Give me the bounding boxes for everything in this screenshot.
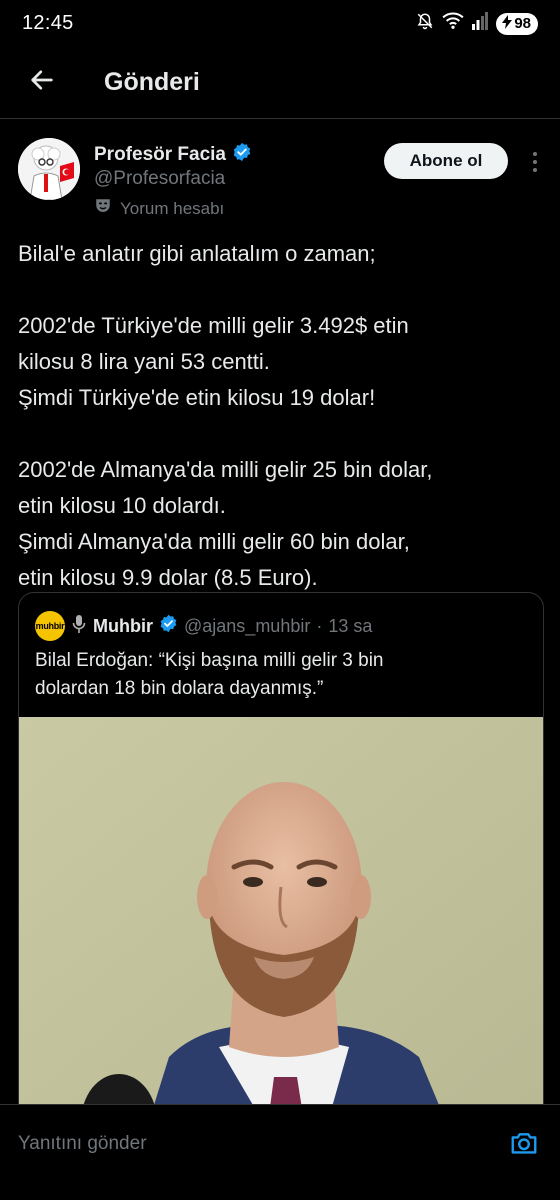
tweet-line: Şimdi Almanya'da milli gelir 60 bin dola… (18, 529, 410, 554)
author-avatar[interactable] (18, 138, 80, 200)
quote-time: 13 sa (328, 615, 373, 636)
verified-badge-icon (159, 614, 178, 638)
battery-level: 98 (514, 15, 531, 32)
tweet-line: kilosu 8 lira yani 53 centti. (18, 349, 270, 374)
battery-indicator: 98 (496, 12, 538, 35)
camera-icon (509, 1128, 539, 1163)
account-label: Yorum hesabı (120, 198, 225, 218)
microphone-icon (71, 614, 87, 639)
signal-icon (472, 12, 489, 35)
tweet-line: 2002'de Almanya'da milli gelir 25 bin do… (18, 457, 433, 482)
header-divider (0, 118, 560, 119)
quote-photo[interactable] (19, 717, 543, 1151)
quote-text-line: Bilal Erdoğan: “Kişi başına milli gelir … (35, 650, 384, 671)
tweet-line: etin kilosu 9.9 dolar (8.5 Euro). (18, 565, 318, 590)
more-vertical-icon[interactable] (522, 148, 548, 176)
tweet-line: Bilal'e anlatır gibi anlatalım o zaman; (18, 241, 376, 266)
quote-text: Bilal Erdoğan: “Kişi başına milli gelir … (35, 647, 531, 703)
tweet-line: etin kilosu 10 dolardı. (18, 493, 226, 518)
quoted-tweet-card[interactable]: muhbir Muhbir @ajans_muhbir · 13 sa Bila… (18, 592, 544, 1152)
header: Gönderi (0, 52, 560, 112)
verified-badge-icon (232, 142, 252, 167)
quote-text-line: dolardan 18 bin dolara dayanmış.” (35, 678, 324, 699)
author-name[interactable]: Profesör Facia (94, 144, 226, 166)
quote-avatar[interactable]: muhbir (35, 611, 65, 641)
bell-off-icon (416, 12, 434, 35)
status-icons: 98 (416, 12, 538, 35)
camera-button[interactable] (506, 1127, 542, 1163)
tweet-line: Şimdi Türkiye'de etin kilosu 19 dolar! (18, 385, 376, 410)
theater-mask-icon (94, 197, 112, 220)
reply-bar (0, 1104, 560, 1200)
back-button[interactable] (24, 64, 60, 100)
tweet-text: Bilal'e anlatır gibi anlatalım o zaman; … (18, 236, 548, 596)
reply-input[interactable] (18, 1127, 478, 1161)
author-handle[interactable]: @Profesorfacia (94, 168, 225, 190)
account-label-row: Yorum hesabı (94, 197, 224, 220)
wifi-icon (442, 12, 464, 35)
quote-author-name: Muhbir (93, 615, 153, 636)
back-arrow-icon (28, 66, 56, 99)
screen: 12:45 98 Gönderi Profesör Facia @Profeso… (0, 0, 560, 1200)
follow-button[interactable]: Abone ol (384, 143, 508, 179)
author-name-row: Profesör Facia (94, 142, 252, 167)
status-time: 12:45 (22, 12, 74, 34)
tweet-line: 2002'de Türkiye'de milli gelir 3.492$ et… (18, 313, 409, 338)
quote-author-handle: @ajans_muhbir (184, 615, 311, 636)
quote-header: muhbir Muhbir @ajans_muhbir · 13 sa (35, 611, 372, 641)
quote-separator: · (316, 615, 323, 636)
battery-bolt-icon (502, 14, 513, 33)
status-bar: 12:45 98 (0, 0, 560, 52)
page-title: Gönderi (104, 68, 200, 96)
